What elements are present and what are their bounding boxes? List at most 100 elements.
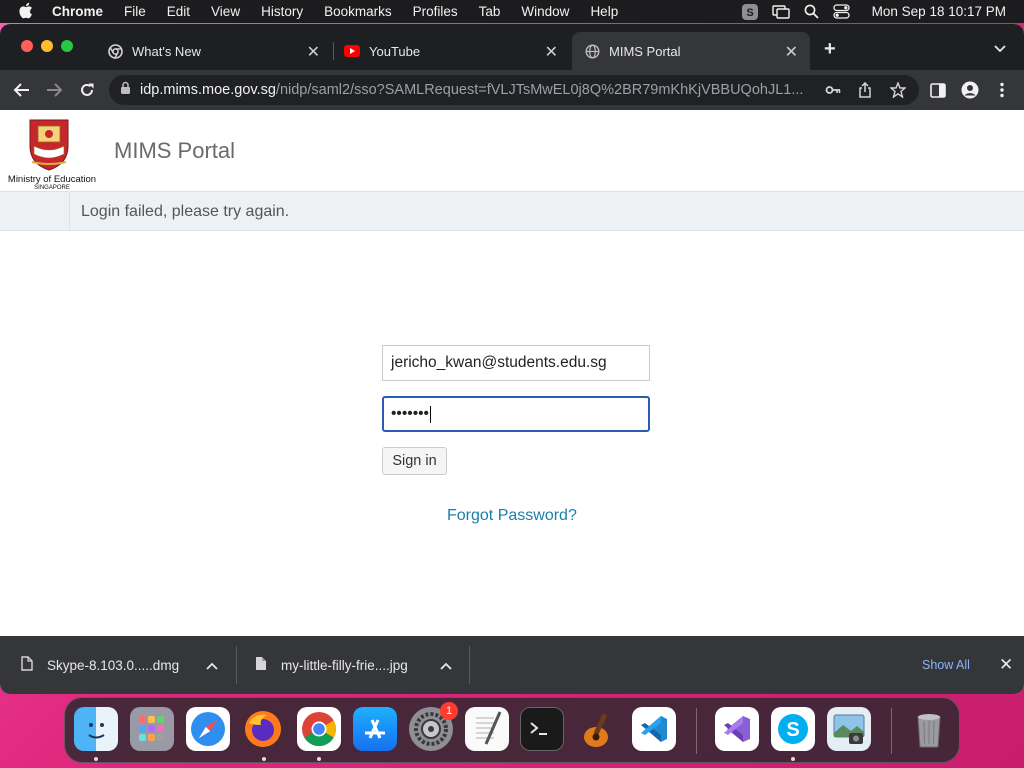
running-indicator bbox=[94, 757, 98, 761]
chevron-up-icon[interactable] bbox=[206, 658, 218, 673]
youtube-icon bbox=[344, 43, 360, 59]
running-indicator bbox=[262, 757, 266, 761]
web-page: Ministry of Education SINGAPORE MIMS Por… bbox=[0, 110, 1024, 662]
menu-view[interactable]: View bbox=[211, 4, 240, 19]
apple-icon[interactable] bbox=[18, 2, 36, 22]
url-host: idp.mims.moe.gov.sg bbox=[140, 82, 276, 98]
app-store-icon[interactable] bbox=[353, 707, 397, 751]
tab-title: MIMS Portal bbox=[609, 43, 681, 59]
macos-dock: S bbox=[64, 697, 960, 763]
url-path: /nidp/saml2/sso?SAMLRequest=fVLJTsMwEL0j… bbox=[275, 82, 804, 98]
menu-file[interactable]: File bbox=[124, 4, 146, 19]
tab-strip: What's New ✕ YouTube ✕ MIMS Portal ✕ + bbox=[0, 24, 1024, 70]
tab-title: What's New bbox=[132, 43, 201, 59]
running-indicator bbox=[791, 757, 795, 761]
safari-icon[interactable] bbox=[186, 707, 230, 751]
back-arrow-icon[interactable] bbox=[11, 80, 31, 100]
tab-whats-new[interactable]: What's New ✕ bbox=[96, 32, 332, 70]
page-title: MIMS Portal bbox=[114, 138, 236, 163]
menu-window[interactable]: Window bbox=[521, 4, 569, 19]
username-value: jericho_kwan@students.edu.sg bbox=[391, 354, 607, 371]
tab-mims-portal[interactable]: MIMS Portal ✕ bbox=[572, 32, 810, 70]
bookmark-star-icon[interactable] bbox=[889, 81, 907, 103]
menu-history[interactable]: History bbox=[261, 4, 303, 19]
trash-icon[interactable] bbox=[907, 707, 951, 751]
garageband-icon[interactable] bbox=[576, 707, 620, 751]
moe-logo[interactable]: Ministry of Education SINGAPORE bbox=[4, 116, 96, 191]
macos-menu-bar: Chrome File Edit View History Bookmarks … bbox=[0, 0, 1024, 23]
url-text: idp.mims.moe.gov.sg/nidp/saml2/sso?SAMLR… bbox=[140, 82, 812, 98]
moe-crest-icon bbox=[29, 119, 69, 171]
textedit-icon[interactable] bbox=[465, 707, 509, 751]
alert-divider bbox=[69, 192, 70, 230]
alert-message: Login failed, please try again. bbox=[81, 203, 290, 220]
text-caret bbox=[430, 405, 431, 423]
preview-icon[interactable] bbox=[827, 707, 871, 751]
download-filename: my-little-filly-frie....jpg bbox=[281, 657, 408, 673]
chrome-window: What's New ✕ YouTube ✕ MIMS Portal ✕ + i… bbox=[0, 24, 1024, 694]
vscode-icon[interactable] bbox=[632, 707, 676, 751]
tab-search-chevron-icon[interactable] bbox=[994, 40, 1006, 58]
login-error-alert: Login failed, please try again. bbox=[0, 191, 1024, 231]
side-panel-icon[interactable] bbox=[928, 80, 948, 100]
chrome-app-icon[interactable] bbox=[297, 707, 341, 751]
dock-divider bbox=[891, 708, 892, 754]
screen-mirroring-icon[interactable] bbox=[771, 4, 790, 19]
download-item-skype[interactable]: Skype-8.103.0.....dmg bbox=[21, 636, 235, 694]
password-field[interactable]: ••••••• bbox=[382, 396, 650, 432]
share-icon[interactable] bbox=[858, 81, 872, 103]
menu-bookmarks[interactable]: Bookmarks bbox=[324, 4, 392, 19]
download-filename: Skype-8.103.0.....dmg bbox=[47, 657, 180, 673]
close-tab-icon[interactable]: ✕ bbox=[785, 42, 798, 62]
close-tab-icon[interactable]: ✕ bbox=[545, 42, 558, 62]
profile-avatar-icon[interactable] bbox=[960, 80, 980, 100]
close-downloads-icon[interactable]: ✕ bbox=[999, 655, 1013, 675]
close-tab-icon[interactable]: ✕ bbox=[307, 42, 320, 62]
menu-clock[interactable]: Mon Sep 18 10:17 PM bbox=[872, 4, 1006, 19]
skype-status-icon[interactable]: S bbox=[741, 3, 758, 20]
logo-ministry-text: Ministry of Education bbox=[7, 174, 97, 185]
globe-icon bbox=[584, 43, 600, 59]
chevron-up-icon[interactable] bbox=[440, 658, 452, 673]
menu-tab[interactable]: Tab bbox=[479, 4, 501, 19]
new-tab-plus-icon[interactable]: + bbox=[824, 38, 836, 61]
menu-profiles[interactable]: Profiles bbox=[413, 4, 458, 19]
terminal-icon[interactable] bbox=[520, 707, 564, 751]
tab-youtube[interactable]: YouTube ✕ bbox=[334, 32, 570, 70]
settings-notification-badge: 1 bbox=[440, 702, 458, 720]
zoom-window-button[interactable] bbox=[61, 40, 73, 52]
control-center-icon[interactable] bbox=[833, 4, 850, 19]
close-window-button[interactable] bbox=[21, 40, 33, 52]
forward-arrow-icon[interactable] bbox=[44, 80, 64, 100]
firefox-icon[interactable] bbox=[241, 707, 285, 751]
reload-icon[interactable] bbox=[77, 80, 97, 100]
browser-toolbar: idp.mims.moe.gov.sg/nidp/saml2/sso?SAMLR… bbox=[0, 70, 1024, 110]
lock-icon[interactable] bbox=[120, 81, 131, 100]
more-menu-icon[interactable] bbox=[992, 80, 1012, 100]
download-item-image[interactable]: my-little-filly-frie....jpg bbox=[255, 636, 469, 694]
password-mask: ••••••• bbox=[391, 405, 429, 422]
address-bar[interactable]: idp.mims.moe.gov.sg/nidp/saml2/sso?SAMLR… bbox=[109, 75, 919, 105]
svg-text:S: S bbox=[786, 719, 799, 741]
skype-icon[interactable]: S bbox=[771, 707, 815, 751]
menu-app-name[interactable]: Chrome bbox=[52, 4, 103, 19]
key-icon[interactable] bbox=[825, 82, 841, 103]
visual-studio-icon[interactable] bbox=[715, 707, 759, 751]
chrome-icon bbox=[107, 43, 123, 59]
svg-text:S: S bbox=[746, 7, 753, 19]
launchpad-icon[interactable] bbox=[130, 707, 174, 751]
image-file-icon bbox=[255, 656, 267, 674]
sign-in-button[interactable]: Sign in bbox=[382, 447, 447, 475]
tab-title: YouTube bbox=[369, 43, 421, 59]
portal-header: Ministry of Education SINGAPORE MIMS Por… bbox=[0, 110, 1024, 191]
search-icon[interactable] bbox=[804, 4, 819, 19]
finder-icon[interactable] bbox=[74, 707, 118, 751]
username-field[interactable]: jericho_kwan@students.edu.sg bbox=[382, 345, 650, 381]
menu-edit[interactable]: Edit bbox=[167, 4, 190, 19]
minimize-window-button[interactable] bbox=[41, 40, 53, 52]
running-indicator bbox=[317, 757, 321, 761]
show-all-downloads-button[interactable]: Show All bbox=[922, 658, 970, 672]
download-separator bbox=[236, 646, 237, 684]
forgot-password-link[interactable]: Forgot Password? bbox=[447, 507, 577, 525]
menu-help[interactable]: Help bbox=[590, 4, 618, 19]
